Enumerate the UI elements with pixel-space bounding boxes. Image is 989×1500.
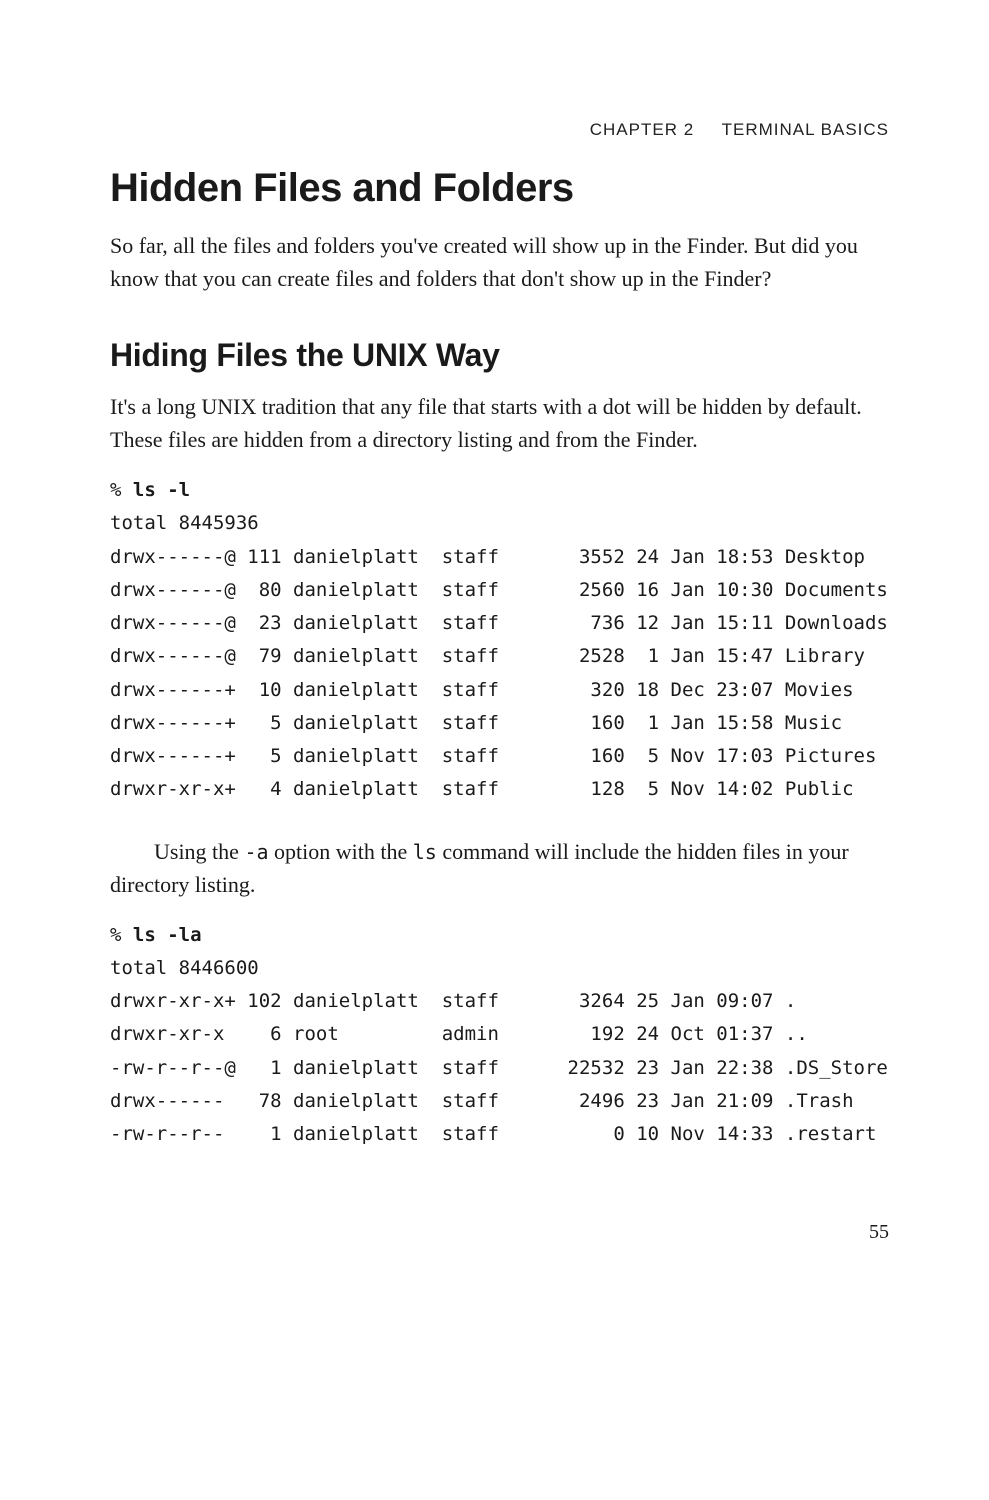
terminal-output-line: drwx------@ 23 danielplatt staff 736 12 … [110,612,888,634]
terminal-output-line: drwxr-xr-x+ 102 danielplatt staff 3264 2… [110,990,796,1012]
shell-prompt: % [110,924,133,946]
text-run: option with the [269,839,413,864]
terminal-output-line: drwx------@ 79 danielplatt staff 2528 1 … [110,645,865,667]
inline-code: -a [244,840,268,864]
terminal-output-line: drwx------+ 10 danielplatt staff 320 18 … [110,679,854,701]
chapter-title: TERMINAL BASICS [722,120,889,139]
shell-prompt: % [110,479,133,501]
terminal-block-1: % ls -l total 8445936 drwx------@ 111 da… [110,474,889,807]
shell-command: ls -l [133,479,190,501]
terminal-output-line: drwx------@ 111 danielplatt staff 3552 2… [110,546,865,568]
page-number: 55 [110,1221,889,1244]
terminal-output-line: drwxr-xr-x+ 4 danielplatt staff 128 5 No… [110,778,854,800]
inline-code: ls [413,840,437,864]
chapter-label: CHAPTER 2 [590,120,694,139]
terminal-output-line: total 8446600 [110,957,259,979]
terminal-output-line: drwxr-xr-x 6 root admin 192 24 Oct 01:37… [110,1023,808,1045]
book-page: CHAPTER 2 TERMINAL BASICS Hidden Files a… [0,0,989,1500]
terminal-output-line: drwx------@ 80 danielplatt staff 2560 16… [110,579,888,601]
terminal-block-2: % ls -la total 8446600 drwxr-xr-x+ 102 d… [110,919,889,1152]
shell-command: ls -la [133,924,202,946]
terminal-output-line: drwx------+ 5 danielplatt staff 160 5 No… [110,745,876,767]
running-header: CHAPTER 2 TERMINAL BASICS [110,120,889,140]
section-heading: Hidden Files and Folders [110,166,889,211]
body-paragraph: Using the -a option with the ls command … [110,835,889,901]
subsection-heading: Hiding Files the UNIX Way [110,337,889,374]
body-paragraph: It's a long UNIX tradition that any file… [110,390,889,456]
terminal-output-line: total 8445936 [110,512,259,534]
terminal-output-line: drwx------ 78 danielplatt staff 2496 23 … [110,1090,854,1112]
text-run: Using the [154,839,244,864]
terminal-output-line: -rw-r--r--@ 1 danielplatt staff 22532 23… [110,1057,888,1079]
terminal-output-line: -rw-r--r-- 1 danielplatt staff 0 10 Nov … [110,1123,876,1145]
terminal-output-line: drwx------+ 5 danielplatt staff 160 1 Ja… [110,712,842,734]
body-paragraph: So far, all the files and folders you've… [110,229,889,295]
